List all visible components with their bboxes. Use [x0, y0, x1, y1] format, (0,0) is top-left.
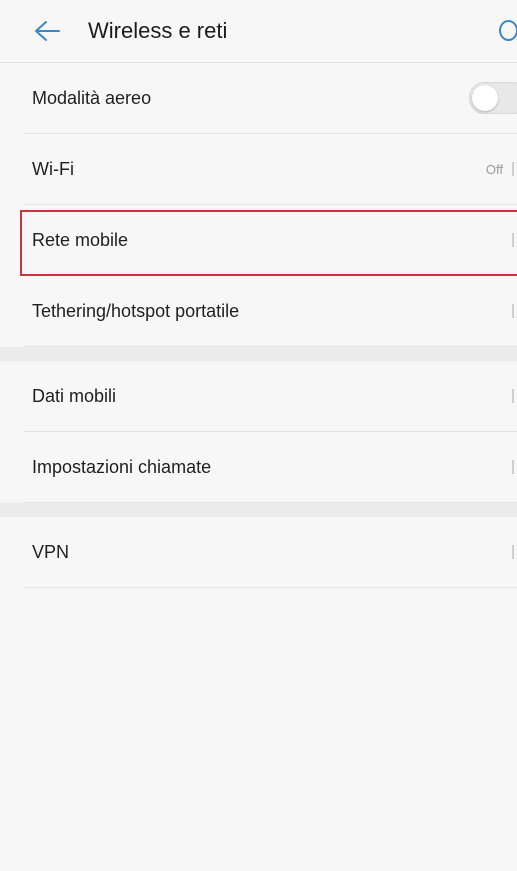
page-title: Wireless e reti — [88, 18, 228, 43]
back-button[interactable] — [32, 16, 62, 46]
settings-item-label: Dati mobili — [32, 385, 117, 406]
settings-item-mobile-network[interactable]: Rete mobile — [24, 205, 517, 276]
airplane-mode-toggle[interactable] — [469, 82, 517, 114]
settings-item-label: Rete mobile — [32, 229, 129, 250]
settings-section-connectivity: Modalità aereo Wi-Fi Off Rete mobile Tet… — [0, 63, 517, 347]
settings-section-mobile: Dati mobili Impostazioni chiamate — [0, 361, 517, 503]
chevron-right-icon — [512, 460, 517, 474]
settings-item-label: Modalità aereo — [32, 87, 152, 108]
arrow-left-icon — [35, 21, 60, 41]
settings-item-call-settings[interactable]: Impostazioni chiamate — [24, 432, 517, 503]
settings-item-label: Tethering/hotspot portatile — [32, 300, 240, 321]
settings-item-tethering[interactable]: Tethering/hotspot portatile — [24, 276, 517, 347]
section-divider — [0, 347, 517, 361]
settings-item-airplane-mode[interactable]: Modalità aereo — [24, 63, 517, 134]
settings-section-vpn: VPN — [0, 517, 517, 588]
settings-item-label: VPN — [32, 541, 70, 562]
settings-item-vpn[interactable]: VPN — [24, 517, 517, 588]
chevron-right-icon — [512, 389, 517, 403]
section-divider — [0, 503, 517, 517]
header-bar: Wireless e reti — [0, 0, 517, 63]
chevron-right-icon — [512, 162, 517, 176]
chevron-right-icon — [512, 304, 517, 318]
wifi-status-value: Off — [485, 161, 503, 177]
toggle-knob — [472, 85, 498, 111]
wireless-networks-screen: Wireless e reti Modalità aereo Wi-Fi Off… — [0, 0, 517, 871]
settings-item-label: Impostazioni chiamate — [32, 456, 212, 477]
chevron-right-icon — [512, 233, 517, 247]
chevron-right-icon — [512, 545, 517, 559]
settings-item-wifi[interactable]: Wi-Fi Off — [24, 134, 517, 205]
search-button[interactable] — [497, 16, 517, 46]
search-icon — [499, 20, 517, 41]
settings-item-mobile-data[interactable]: Dati mobili — [24, 361, 517, 432]
settings-item-label: Wi-Fi — [32, 158, 74, 179]
